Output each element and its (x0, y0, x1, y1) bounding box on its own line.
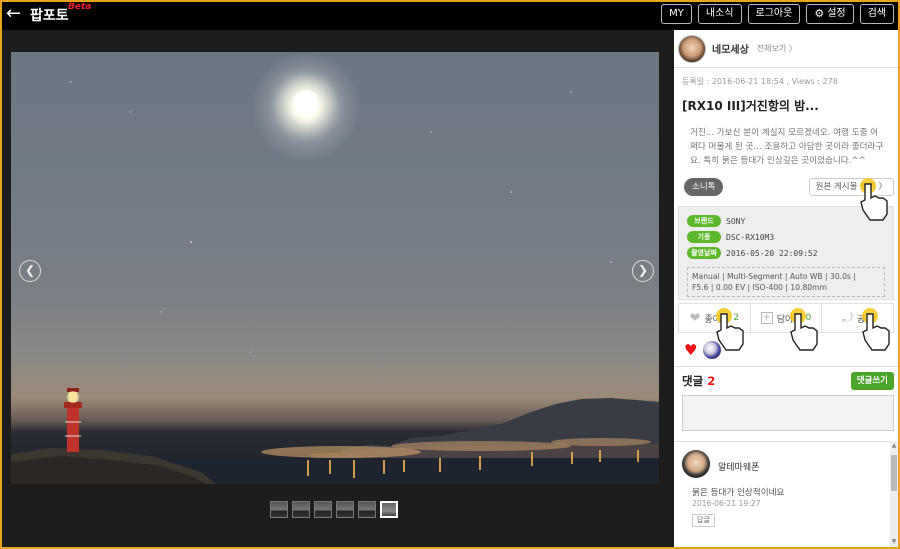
search-button-label: 검색 (867, 8, 886, 19)
commenter-avatar[interactable] (682, 450, 710, 478)
news-button[interactable]: 내소식 (697, 4, 742, 24)
exif-model-value: DSC-RX10M3 (726, 232, 775, 242)
thumbnail[interactable] (336, 501, 354, 518)
hand-pointer-icon (790, 308, 818, 351)
landscape-illustration (11, 81, 659, 484)
reply-button[interactable]: 답글 (692, 514, 715, 527)
hand-pointer-icon (862, 308, 890, 351)
comment-input[interactable] (682, 395, 894, 431)
next-photo-button[interactable]: ❯ (632, 260, 654, 282)
comments-count: 2 (707, 374, 716, 388)
author-row: 네모세상 전체보기 〉 (674, 30, 898, 68)
chevron-left-icon: ❮ (24, 263, 36, 277)
thumbnail-active[interactable] (380, 501, 398, 518)
exif-settings-line-2: F5.6 | 0.00 EV | ISO-400 | 10.80mm (692, 283, 827, 292)
post-body: 거진... 가보신 분이 계실지 모르겠네오. 여행 도중 어쩌다 머물게 된 … (690, 128, 884, 166)
settings-button[interactable]: ⚙ 설정 (806, 4, 854, 24)
exif-settings-line-1: Manual | Multi-Segment | Auto WB | 30.0s… (692, 272, 856, 281)
thumbnail-strip (270, 501, 398, 518)
top-bar: ← 팝포토 Beta MY 내소식 로그아웃 ⚙ 설정 검색 (2, 2, 898, 30)
comment-text: 붉은 등대가 인상적이네요 (692, 488, 785, 498)
exif-date-value: 2016-05-20 22:09:52 (726, 248, 818, 258)
app-logo[interactable]: 팝포토 (30, 5, 69, 25)
gear-icon: ⚙ (814, 7, 825, 20)
post-meta: 등록일 : 2016-06-21 18:54 , Views : 278 (682, 77, 838, 86)
category-tag[interactable]: 소니톡 (684, 178, 724, 196)
main-photo[interactable] (11, 52, 659, 484)
author-name[interactable]: 네모세상 (712, 41, 749, 56)
hand-pointer-icon (716, 308, 744, 351)
thumbnail[interactable] (270, 501, 288, 518)
scroll-up-icon[interactable]: ▲ (890, 441, 898, 451)
my-button-label: MY (669, 8, 684, 19)
search-button[interactable]: 검색 (859, 4, 894, 24)
thumbnail[interactable] (292, 501, 310, 518)
heart-icon: ❤ (689, 310, 701, 326)
plus-box-icon: + (760, 312, 773, 324)
exif-settings-box: Manual | Multi-Segment | Auto WB | 30.0s… (687, 267, 885, 297)
scroll-thumb[interactable] (891, 455, 897, 491)
comment-list: 알테마웨폰 붉은 등대가 인상적이네요 2016-06-21 19:27 답글 (674, 441, 898, 547)
top-button-group: MY 내소식 로그아웃 ⚙ 설정 검색 (661, 4, 894, 24)
arrow-left-icon[interactable]: ← (6, 4, 21, 24)
exif-brand-label: 브랜드 (687, 215, 721, 227)
author-avatar[interactable] (678, 34, 706, 63)
app-frame: ← 팝포토 Beta MY 내소식 로그아웃 ⚙ 설정 검색 ❮ ❯ 네모세상 … (2, 2, 898, 547)
scroll-down-icon[interactable]: ▼ (890, 537, 898, 547)
comment-scrollbar[interactable]: ▲ ▼ (890, 441, 898, 547)
commenter-name[interactable]: 알테마웨폰 (718, 460, 759, 473)
post-title: [RX10 III]거진항의 밤... (682, 99, 819, 113)
comments-header: 댓글 2 댓글쓰기 (674, 367, 898, 395)
share-icon: ⤾ (841, 310, 853, 326)
settings-button-label: 설정 (827, 8, 846, 19)
comment-date: 2016-06-21 19:27 (692, 499, 761, 508)
post-sidebar: 네모세상 전체보기 〉 등록일 : 2016-06-21 18:54 , Vie… (674, 30, 898, 547)
beta-badge: Beta (68, 2, 92, 12)
photo-viewer: ❮ ❯ (2, 30, 674, 547)
chevron-right-icon: ❯ (637, 263, 649, 277)
write-comment-button[interactable]: 댓글쓰기 (850, 372, 894, 390)
author-view-all-link[interactable]: 전체보기 〉 (757, 43, 797, 54)
my-button[interactable]: MY (661, 4, 692, 24)
exif-model-label: 기종 (687, 231, 721, 243)
thumbnail[interactable] (358, 501, 376, 518)
hand-pointer-icon (860, 178, 888, 221)
thumbnail[interactable] (314, 501, 332, 518)
previous-photo-button[interactable]: ❮ (19, 260, 41, 282)
comments-title-label: 댓글 (682, 374, 704, 388)
comments-title: 댓글 2 (682, 373, 715, 389)
exif-brand-value: SONY (726, 216, 746, 226)
exif-date-label: 촬영날짜 (687, 247, 721, 259)
exif-date-row: 촬영날짜 2016-05-20 22:09:52 (687, 245, 885, 261)
news-button-label: 내소식 (705, 8, 734, 19)
exif-model-row: 기종 DSC-RX10M3 (687, 229, 885, 245)
exif-brand-row: 브랜드 SONY (687, 213, 885, 229)
logout-button-label: 로그아웃 (755, 8, 793, 19)
logout-button[interactable]: 로그아웃 (747, 4, 801, 24)
heart-icon: ♥ (684, 340, 698, 359)
